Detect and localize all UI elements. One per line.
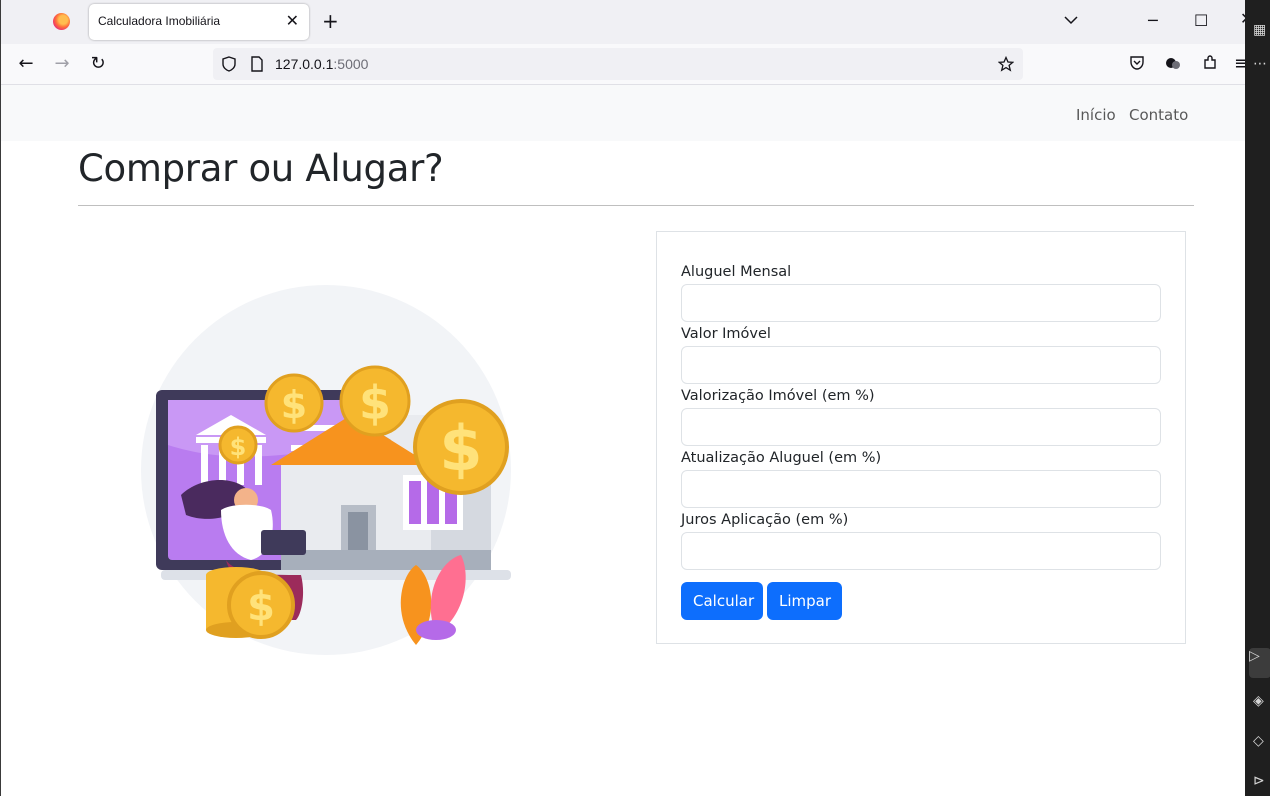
field-aluguel-mensal: Aluguel Mensal xyxy=(681,262,1161,322)
back-icon[interactable]: ← xyxy=(15,53,37,75)
reload-icon[interactable]: ↻ xyxy=(87,53,109,75)
url-port: :5000 xyxy=(333,56,369,72)
house-finance-illustration: $ $ $ $ $ xyxy=(141,285,511,655)
svg-text:$: $ xyxy=(247,584,275,630)
field-label: Atualização Aluguel (em %) xyxy=(681,450,882,466)
calculator-form-card: Aluguel Mensal Valor Imóvel Valorização … xyxy=(656,231,1186,644)
forward-icon[interactable]: → xyxy=(51,53,73,75)
run-icon[interactable]: ▷ xyxy=(1249,648,1270,678)
tab-active[interactable]: Calculadora Imobiliária ✕ xyxy=(89,4,309,40)
aluguel-mensal-input[interactable] xyxy=(681,284,1161,322)
valorizacao-imovel-input[interactable] xyxy=(681,408,1161,446)
tab-title: Calculadora Imobiliária xyxy=(98,14,221,28)
tab-list-chevron-icon[interactable] xyxy=(1063,12,1079,28)
atualizacao-aluguel-input[interactable] xyxy=(681,470,1161,508)
field-label: Valor Imóvel xyxy=(681,326,771,342)
field-label: Aluguel Mensal xyxy=(681,264,792,280)
nav-link-inicio[interactable]: Início xyxy=(1076,106,1116,124)
svg-text:$: $ xyxy=(281,383,307,427)
web-page: Início Contato Comprar ou Alugar? $ $ $ … xyxy=(1,85,1245,796)
maximize-icon[interactable]: ☐ xyxy=(1194,11,1208,30)
field-atualizacao-aluguel: Atualização Aluguel (em %) xyxy=(681,448,1161,508)
pocket-icon[interactable] xyxy=(1128,54,1146,72)
minimize-icon[interactable]: ─ xyxy=(1148,11,1158,30)
bookmark-star-icon[interactable] xyxy=(998,56,1014,72)
extension-badge-icon[interactable] xyxy=(1164,54,1182,72)
python-icon[interactable]: ◈ xyxy=(1253,693,1270,711)
extensions-puzzle-icon[interactable] xyxy=(1201,54,1219,72)
field-label: Juros Aplicação (em %) xyxy=(681,512,849,528)
svg-text:$: $ xyxy=(439,412,482,485)
page-title: Comprar ou Alugar? xyxy=(78,147,444,190)
limpar-button[interactable]: Limpar xyxy=(767,582,842,620)
title-divider xyxy=(78,205,1194,206)
svg-text:$: $ xyxy=(359,376,391,430)
shield-icon[interactable] xyxy=(221,56,237,72)
url-text: 127.0.0.1:5000 xyxy=(275,56,368,72)
tab-close-icon[interactable]: ✕ xyxy=(286,11,299,30)
browser-toolbar: ← → ↻ 127.0.0.1:5000 ≡ xyxy=(1,44,1245,85)
juros-aplicacao-input[interactable] xyxy=(681,532,1161,570)
url-host: 127.0.0.1 xyxy=(275,56,334,72)
firefox-icon[interactable] xyxy=(53,13,70,30)
valor-imovel-input[interactable] xyxy=(681,346,1161,384)
svg-text:$: $ xyxy=(230,433,247,461)
new-tab-icon[interactable]: + xyxy=(322,9,339,33)
page-icon xyxy=(251,56,263,72)
browser-window: Calculadora Imobiliária ✕ + ─ ☐ ✕ ← → ↻ … xyxy=(0,0,1245,796)
tab-strip: Calculadora Imobiliária ✕ + ─ ☐ ✕ xyxy=(1,0,1245,44)
calcular-button[interactable]: Calcular xyxy=(681,582,763,620)
url-bar[interactable]: 127.0.0.1:5000 xyxy=(213,48,1023,80)
layers-icon[interactable]: ◇ xyxy=(1253,733,1270,751)
site-navbar: Início Contato xyxy=(1,85,1245,141)
field-valorizacao-imovel: Valorização Imóvel (em %) xyxy=(681,386,1161,446)
menu-icon[interactable]: ≡ xyxy=(1234,53,1245,75)
field-valor-imovel: Valor Imóvel xyxy=(681,324,1161,384)
field-juros-aplicacao: Juros Aplicação (em %) xyxy=(681,510,1161,570)
nav-link-contato[interactable]: Contato xyxy=(1129,106,1188,124)
play-circle-icon[interactable]: ⊳ xyxy=(1253,773,1270,791)
side-panel-strip: ▦ ⋯ ▷ ◈ ◇ ⊳ xyxy=(1245,0,1270,796)
grid-icon[interactable]: ▦ xyxy=(1253,22,1270,40)
more-icon[interactable]: ⋯ xyxy=(1253,56,1270,74)
field-label: Valorização Imóvel (em %) xyxy=(681,388,875,404)
